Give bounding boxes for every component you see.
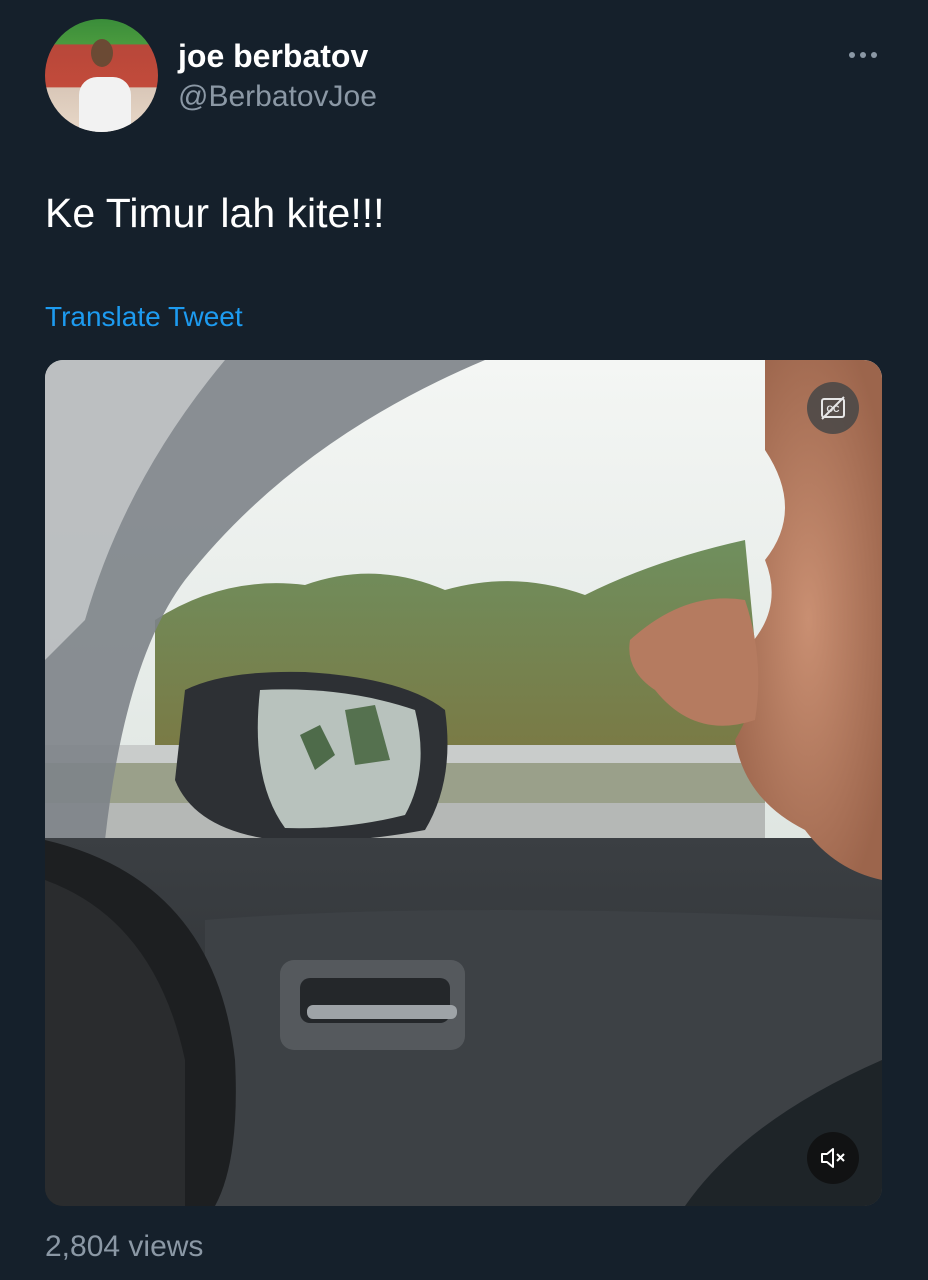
more-icon-dot (860, 52, 866, 58)
more-icon-dot (871, 52, 877, 58)
avatar-person-body (79, 77, 131, 132)
author-avatar[interactable] (45, 19, 158, 132)
more-icon-dot (849, 52, 855, 58)
video-player[interactable]: CC (45, 360, 882, 1206)
avatar-person-head (91, 39, 113, 67)
author-handle[interactable]: @BerbatovJoe (178, 80, 377, 114)
tweet: joe berbatov @BerbatovJoe Ke Timur lah k… (0, 0, 928, 1280)
volume-muted-icon (821, 1148, 845, 1168)
more-options-button[interactable] (840, 40, 886, 70)
tweet-text: Ke Timur lah kite!!! (45, 190, 385, 236)
captions-off-icon: CC (821, 396, 845, 420)
mute-toggle-button[interactable] (807, 1132, 859, 1184)
video-frame (45, 360, 882, 1206)
translate-tweet-link[interactable]: Translate Tweet (45, 301, 243, 333)
captions-button[interactable]: CC (807, 382, 859, 434)
view-count: 2,804 views (45, 1230, 204, 1263)
author-display-name[interactable]: joe berbatov (178, 38, 368, 75)
